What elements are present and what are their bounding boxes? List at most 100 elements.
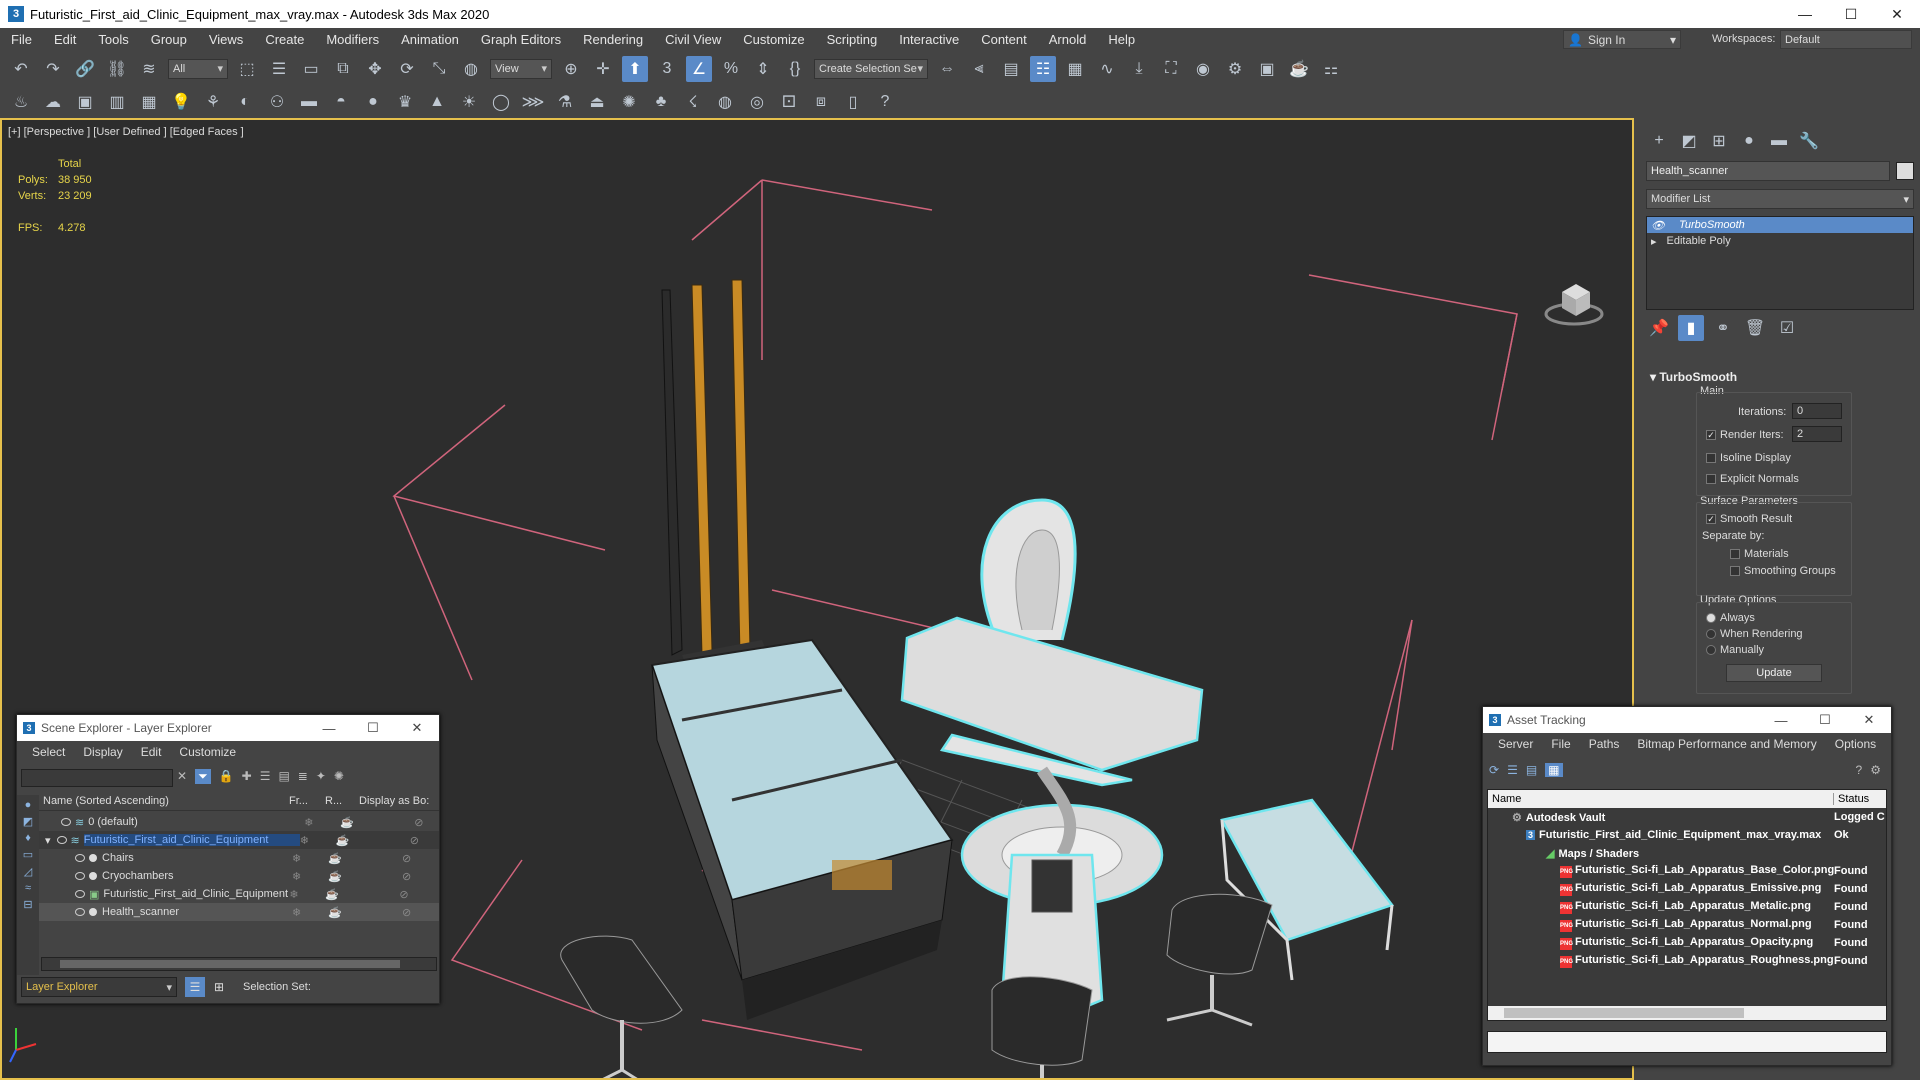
display-objects-icon[interactable]: ●: [25, 799, 32, 811]
scrollbar-thumb[interactable]: [1504, 1008, 1744, 1018]
make-unique-icon[interactable]: ⚭: [1710, 315, 1736, 341]
horizontal-scrollbar[interactable]: [1488, 1006, 1886, 1020]
workspace-select[interactable]: Default: [1780, 30, 1912, 49]
render-icon[interactable]: ☕: [325, 888, 359, 901]
menu-animation[interactable]: Animation: [390, 32, 470, 47]
hierarchy-tab-icon[interactable]: ⊞: [1706, 128, 1732, 154]
sphere-light-icon[interactable]: ●: [360, 89, 386, 115]
sun-icon[interactable]: ✺: [334, 769, 344, 784]
asset-row[interactable]: PNG Futuristic_Sci-fi_Lab_Apparatus_Rough…: [1488, 952, 1886, 970]
plane-light-icon[interactable]: ▬: [296, 89, 322, 115]
camera-icon[interactable]: ⚘: [200, 89, 226, 115]
rect-selection-icon[interactable]: ▭: [298, 56, 324, 82]
freeze-icon[interactable]: ❄: [292, 870, 328, 883]
render-icon[interactable]: ☕: [328, 906, 362, 919]
rendered-frame-icon[interactable]: ▣: [1254, 56, 1280, 82]
bind-spacewarp-icon[interactable]: ≋: [136, 56, 162, 82]
redo-icon[interactable]: ↷: [40, 56, 66, 82]
layer-row[interactable]: ≋ 0 (default) ❄ ☕ ⊘: [39, 813, 439, 831]
plant-icon[interactable]: ♣: [648, 89, 674, 115]
render-iters-spinner[interactable]: 2: [1792, 426, 1842, 442]
menu-create[interactable]: Create: [254, 32, 315, 47]
ambient-light-icon[interactable]: ▲: [424, 89, 450, 115]
pivot-icon[interactable]: ⊕: [558, 56, 584, 82]
sun-icon[interactable]: ☀: [456, 89, 482, 115]
col-name[interactable]: Name (Sorted Ascending): [39, 795, 289, 810]
layer-row[interactable]: Chairs ❄ ☕ ⊘: [39, 849, 439, 867]
scene-convert-icon[interactable]: ⧈: [808, 89, 834, 115]
menu-edit[interactable]: Edit: [132, 745, 171, 759]
display-box-icon[interactable]: ⊘: [402, 870, 411, 883]
mirror-icon[interactable]: ⇔: [934, 56, 960, 82]
motion-tab-icon[interactable]: ●: [1736, 128, 1762, 154]
when-rendering-radio[interactable]: [1706, 629, 1716, 640]
scrollbar-thumb[interactable]: [60, 960, 400, 968]
minimize-button[interactable]: —: [1782, 0, 1828, 28]
move-icon[interactable]: ✥: [362, 56, 388, 82]
eye-icon[interactable]: [75, 890, 85, 898]
schematic-view-icon[interactable]: ⛶: [1158, 56, 1184, 82]
cloud-icon[interactable]: ☁: [40, 89, 66, 115]
display-warps-icon[interactable]: ≈: [25, 882, 31, 894]
asset-row[interactable]: 3 Futuristic_First_aid_Clinic_Equipment_m…: [1488, 826, 1886, 844]
close-button[interactable]: ✕: [1874, 0, 1920, 28]
freeze-icon[interactable]: ❄: [304, 816, 340, 829]
sign-in-dropdown[interactable]: 👤 Sign In ▾: [1563, 30, 1681, 49]
eye-icon[interactable]: [75, 908, 85, 916]
link-icon[interactable]: 🔗: [72, 56, 98, 82]
render-icon[interactable]: ☕: [328, 852, 362, 865]
display-lights-icon[interactable]: ♦: [25, 832, 31, 844]
explicit-normals-checkbox[interactable]: [1706, 474, 1716, 485]
dope-sheet-icon[interactable]: ⤓: [1126, 56, 1152, 82]
delete-modifier-icon[interactable]: 🗑: [1742, 315, 1768, 341]
asset-row[interactable]: PNG Futuristic_Sci-fi_Lab_Apparatus_Opaci…: [1488, 934, 1886, 952]
bulb-icon[interactable]: 💡: [168, 89, 194, 115]
stack-item-editable-poly[interactable]: ▸ Editable Poly: [1647, 233, 1913, 249]
menu-paths[interactable]: Paths: [1580, 737, 1629, 751]
scene-explorer-titlebar[interactable]: 3 Scene Explorer - Layer Explorer — ☐ ✕: [17, 715, 439, 741]
always-radio[interactable]: [1706, 613, 1716, 624]
menu-content[interactable]: Content: [970, 32, 1038, 47]
align-icon[interactable]: ⫷: [966, 56, 992, 82]
menu-interactive[interactable]: Interactive: [888, 32, 970, 47]
sphere-icon[interactable]: ✺: [616, 89, 642, 115]
layer-row[interactable]: Cryochambers ❄ ☕ ⊘: [39, 867, 439, 885]
object-name-field[interactable]: Health_scanner: [1646, 161, 1890, 181]
hierarchy-icon[interactable]: ▤: [278, 769, 289, 784]
stack-item-turbosmooth[interactable]: 👁 TurboSmooth: [1647, 217, 1913, 233]
asset-row[interactable]: PNG Futuristic_Sci-fi_Lab_Apparatus_Emiss…: [1488, 880, 1886, 898]
asset-row[interactable]: PNG Futuristic_Sci-fi_Lab_Apparatus_Norma…: [1488, 916, 1886, 934]
display-box-icon[interactable]: ⊘: [402, 906, 411, 919]
menu-select[interactable]: Select: [23, 745, 74, 759]
display-helpers-icon[interactable]: ◿: [24, 865, 32, 878]
menu-customize[interactable]: Customize: [732, 32, 815, 47]
render-icon[interactable]: ☕: [328, 870, 362, 883]
freeze-icon[interactable]: ❄: [292, 906, 328, 919]
keyboard-shortcut-icon[interactable]: ⬆: [622, 56, 648, 82]
menu-arnold[interactable]: Arnold: [1038, 32, 1098, 47]
curve-editor-icon[interactable]: ∿: [1094, 56, 1120, 82]
isoline-checkbox[interactable]: [1706, 453, 1716, 464]
explorer-type-select[interactable]: Layer Explorer ▾: [21, 977, 177, 997]
select-by-name-icon[interactable]: ☰: [266, 56, 292, 82]
asset-row[interactable]: PNG Futuristic_Sci-fi_Lab_Apparatus_Metal…: [1488, 898, 1886, 916]
display-cameras-icon[interactable]: ▭: [23, 848, 33, 861]
eye-icon[interactable]: [75, 854, 85, 862]
configure-sets-icon[interactable]: ☑: [1774, 315, 1800, 341]
menu-server[interactable]: Server: [1489, 737, 1542, 751]
layer-row[interactable]: ▣ Futuristic_First_aid_Clinic_Equipment ❄ ☕…: [39, 885, 439, 903]
search-field[interactable]: [21, 769, 173, 787]
teapot-icon[interactable]: ♨: [8, 89, 34, 115]
scene-explorer-icon[interactable]: ▤: [998, 56, 1024, 82]
object-color-swatch[interactable]: [1896, 162, 1914, 180]
layer-explorer-icon[interactable]: ☷: [1030, 56, 1056, 82]
light-icon[interactable]: ✦: [316, 769, 326, 784]
edit-named-sets-icon[interactable]: {}: [782, 56, 808, 82]
menu-display[interactable]: Display: [74, 745, 131, 759]
close-button[interactable]: ✕: [1847, 712, 1891, 728]
percent-snap-icon[interactable]: %: [718, 56, 744, 82]
material-icon[interactable]: ⚀: [776, 89, 802, 115]
select-object-icon[interactable]: ⬚: [234, 56, 260, 82]
snap-3d-icon[interactable]: 3: [654, 56, 680, 82]
pin-stack-icon[interactable]: 📌: [1646, 315, 1672, 341]
